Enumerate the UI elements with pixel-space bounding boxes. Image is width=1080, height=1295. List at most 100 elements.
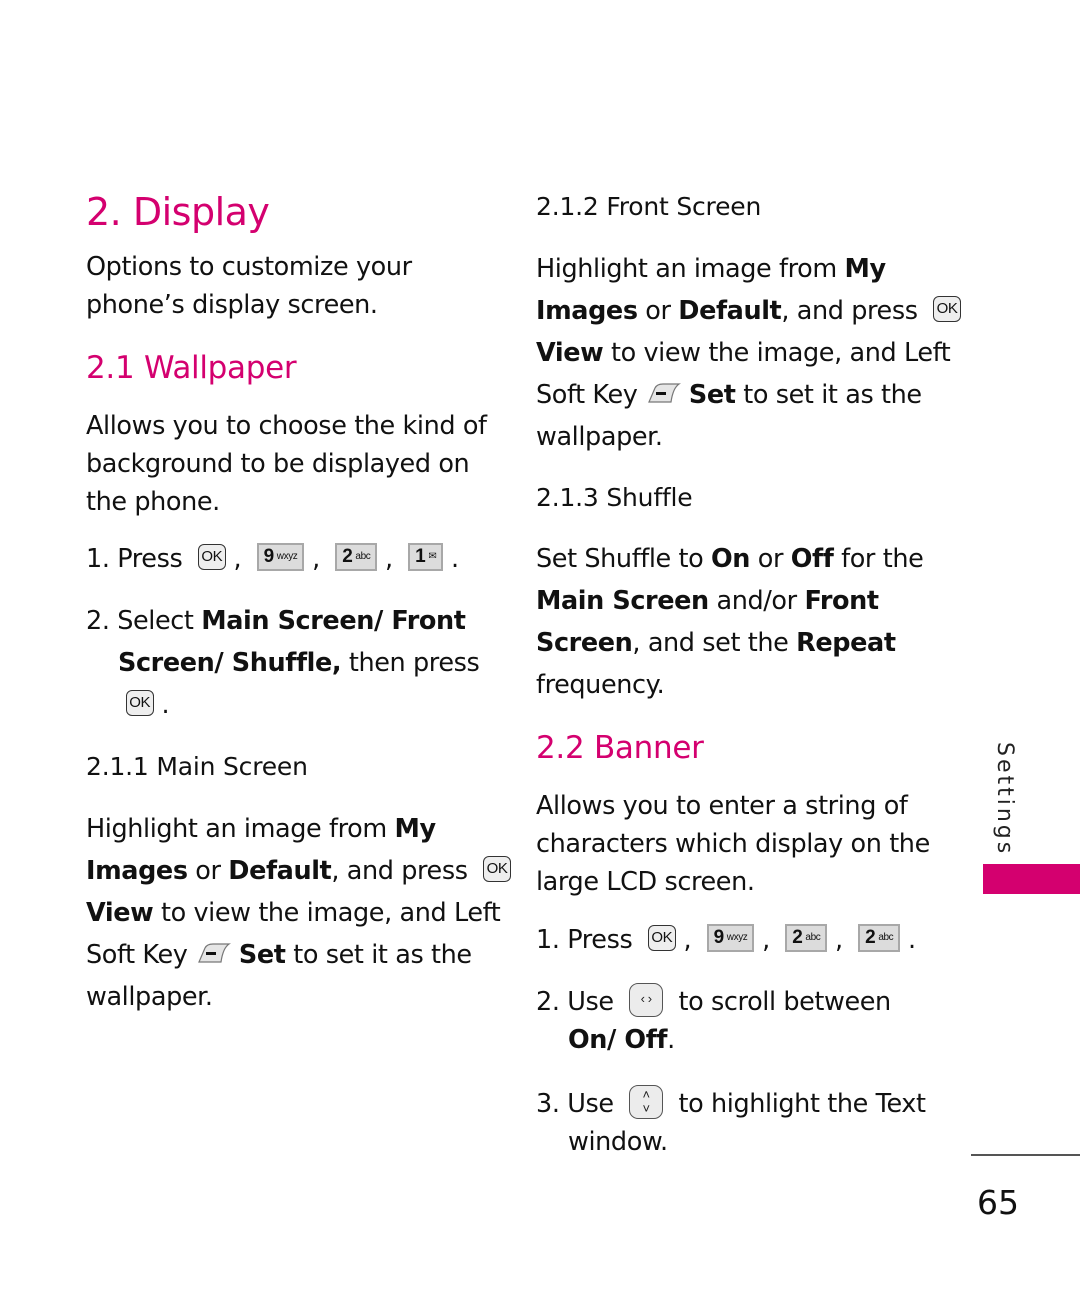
desc-line: Allows you to enter a string of (536, 791, 908, 821)
text-bold: Screen (536, 628, 633, 658)
key-digit: 1 (415, 546, 426, 567)
step-text: 1. Press (536, 925, 633, 955)
section-heading-wallpaper: 2.1 Wallpaper (86, 350, 297, 386)
text-bold: View (536, 338, 604, 368)
key-letters: wxyz (276, 551, 298, 562)
text-bold: Default (228, 856, 332, 886)
front-screen-text: Highlight an image from My Images or Def… (536, 248, 962, 458)
intro-line: phone’s display screen. (86, 290, 378, 320)
step-text: 3. Use (536, 1089, 614, 1119)
text: Set Shuffle to (536, 544, 712, 574)
desc-line: large LCD screen. (536, 867, 755, 897)
wallpaper-description: Allows you to choose the kind of backgro… (86, 407, 487, 521)
desc-line: the phone. (86, 487, 220, 517)
key-2-icon: 2 abc (335, 543, 378, 571)
step-bold: On/ Off (568, 1025, 668, 1055)
ok-key-icon: OK (125, 690, 154, 716)
key-2-icon: 2 abc (785, 924, 828, 952)
banner-step-2: 2. Use ‹ › to scroll between On/ Off. (536, 983, 891, 1059)
text-bold: Repeat (796, 628, 896, 658)
text-bold: Set (688, 380, 736, 410)
text: for the (833, 544, 924, 574)
step-text: to highlight the Text (678, 1089, 926, 1119)
text: , and press (781, 296, 918, 326)
text: to view the image, and Left (603, 338, 951, 368)
ok-key-icon: OK (483, 856, 512, 882)
text: and/or (708, 586, 805, 616)
key-1-voicemail-icon: 1 ✉ (408, 543, 444, 571)
key-9-icon: 9 wxyz (706, 924, 755, 952)
desc-line: background to be displayed on (86, 449, 470, 479)
key-letters: abc (805, 932, 821, 943)
key-digit: 2 (865, 927, 876, 948)
text: Soft Key (86, 940, 196, 970)
step-text: 2. Use (536, 987, 614, 1017)
text: wallpaper. (536, 422, 663, 452)
left-soft-key-icon (648, 383, 682, 403)
subsection-heading-main-screen: 2.1.1 Main Screen (86, 752, 308, 781)
text-bold: My (844, 254, 887, 284)
key-digit: 9 (263, 546, 275, 567)
text: or (750, 544, 791, 574)
banner-step-1: 1. Press OK , 9 wxyz , 2 abc , 2 abc . (536, 924, 916, 955)
text: , and press (331, 856, 468, 886)
step-text: window. (568, 1127, 668, 1157)
shuffle-text: Set Shuffle to On or Off for the Main Sc… (536, 538, 924, 706)
step-bold: Screen/ Shuffle, (118, 648, 342, 678)
subsection-heading-shuffle: 2.1.3 Shuffle (536, 483, 693, 512)
text: wallpaper. (86, 982, 213, 1012)
step-text: then press (341, 648, 480, 678)
page-number: 65 (977, 1183, 1019, 1222)
desc-line: characters which display on the (536, 829, 930, 859)
intro-text: Options to customize your phone’s displa… (86, 248, 412, 324)
text-bold: Default (678, 296, 782, 326)
text: or (187, 856, 229, 886)
text: Soft Key (536, 380, 646, 410)
ok-key-icon: OK (933, 296, 962, 322)
key-digit: 2 (792, 927, 803, 948)
text: to view the image, and Left (153, 898, 501, 928)
text-bold: Off (790, 544, 834, 574)
key-letters: wxyz (726, 932, 748, 943)
key-letters: abc (355, 551, 371, 562)
text: or (637, 296, 679, 326)
step-text: 1. Press (86, 544, 183, 574)
banner-description: Allows you to enter a string of characte… (536, 787, 930, 901)
step-bold: Main Screen/ Front (201, 606, 466, 636)
footer-divider (971, 1154, 1080, 1156)
left-right-nav-key-icon: ‹ › (629, 983, 664, 1017)
banner-step-3: 3. Use ˄ ˅ to highlight the Text window. (536, 1085, 926, 1161)
text: to set it as the (285, 940, 472, 970)
intro-line: Options to customize your (86, 252, 412, 282)
text-bold: Images (86, 856, 188, 886)
step-text: . (667, 1025, 675, 1055)
key-letters: abc (878, 932, 894, 943)
text: Highlight an image from (536, 254, 845, 284)
text: to set it as the (735, 380, 922, 410)
text-bold: My (394, 814, 437, 844)
ok-key-icon: OK (647, 925, 676, 951)
side-tab-marker (983, 864, 1080, 894)
step-text: 2. Select (86, 606, 202, 636)
key-digit: 2 (342, 546, 353, 567)
desc-line: Allows you to choose the kind of (86, 411, 487, 441)
up-down-nav-key-icon: ˄ ˅ (629, 1085, 664, 1119)
text-bold: Main Screen (536, 586, 709, 616)
text-bold: View (86, 898, 154, 928)
wallpaper-step-2: 2. Select Main Screen/ Front Screen/ Shu… (86, 600, 480, 726)
left-soft-key-icon (198, 943, 232, 963)
side-tab-label: Settings (992, 742, 1017, 857)
page-title: 2. Display (86, 190, 270, 234)
voicemail-icon: ✉ (428, 551, 437, 562)
ok-key-icon: OK (197, 544, 226, 570)
text-bold: On (711, 544, 751, 574)
main-screen-text: Highlight an image from My Images or Def… (86, 808, 512, 1018)
key-2-icon: 2 abc (858, 924, 901, 952)
key-9-icon: 9 wxyz (256, 543, 305, 571)
text-bold: Set (238, 940, 286, 970)
section-heading-banner: 2.2 Banner (536, 730, 704, 766)
text-bold: Images (536, 296, 638, 326)
key-digit: 9 (713, 927, 725, 948)
wallpaper-step-1: 1. Press OK , 9 wxyz , 2 abc , 1 ✉ . (86, 543, 459, 574)
step-text: . (161, 690, 170, 720)
